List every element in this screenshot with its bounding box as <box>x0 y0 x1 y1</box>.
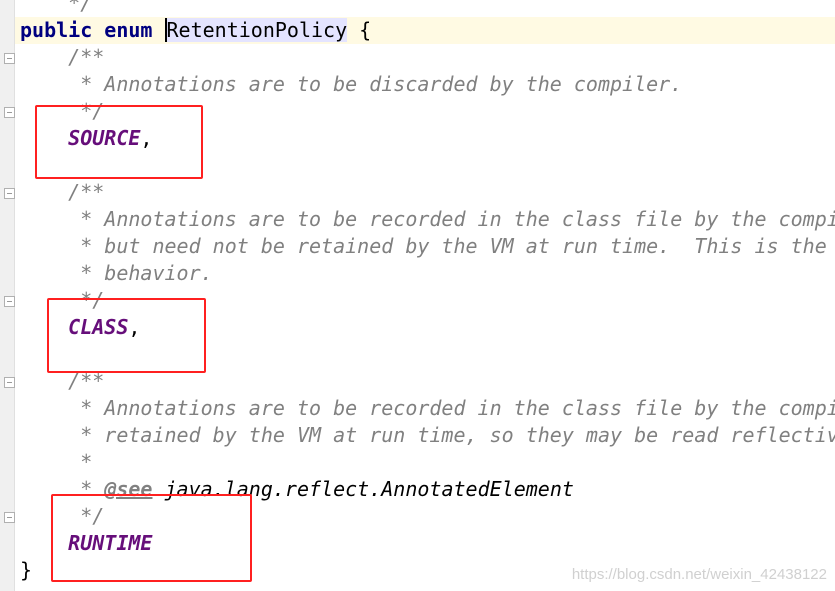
fold-icon[interactable] <box>4 296 15 307</box>
keyword: enum <box>104 18 165 42</box>
code-text: { <box>347 18 372 42</box>
fold-icon[interactable] <box>4 53 15 64</box>
code-line[interactable]: public enum RetentionPolicy { <box>15 17 835 44</box>
code-line[interactable]: * Annotations are to be recorded in the … <box>15 395 835 422</box>
code-line[interactable]: * retained by the VM at run time, so the… <box>15 422 835 449</box>
comment: * Annotations are to be recorded in the … <box>20 207 835 231</box>
comment: * behavior. <box>20 261 213 285</box>
keyword: public <box>20 18 105 42</box>
comment: * Annotations are to be discarded by the… <box>20 72 683 96</box>
fold-icon[interactable] <box>4 512 15 523</box>
code-line[interactable]: * behavior. <box>15 260 835 287</box>
code-line[interactable]: */ <box>15 0 835 17</box>
fold-icon[interactable] <box>4 107 15 118</box>
code-line[interactable]: * but need not be retained by the VM at … <box>15 233 835 260</box>
comment: * but need not be retained by the VM at … <box>20 234 827 258</box>
comment: * <box>20 450 93 474</box>
watermark: https://blog.csdn.net/weixin_42438122 <box>571 566 827 583</box>
highlight-box-source <box>35 105 203 179</box>
fold-icon[interactable] <box>4 188 15 199</box>
comment: */ <box>20 0 93 15</box>
code-line[interactable]: /** <box>15 44 835 71</box>
comment: /** <box>20 45 105 69</box>
comment: * retained by the VM at run time, so the… <box>20 423 835 447</box>
code-line[interactable]: * Annotations are to be discarded by the… <box>15 71 835 98</box>
selected-identifier: RetentionPolicy <box>164 18 348 42</box>
code-line[interactable]: * Annotations are to be recorded in the … <box>15 206 835 233</box>
editor-gutter <box>0 0 15 591</box>
code-text: } <box>20 558 33 582</box>
comment: * Annotations are to be recorded in the … <box>20 396 835 420</box>
comment: /** <box>20 180 105 204</box>
highlight-box-class <box>47 298 206 373</box>
highlight-box-runtime <box>51 494 252 582</box>
fold-icon[interactable] <box>4 377 15 388</box>
code-line[interactable]: /** <box>15 179 835 206</box>
code-line[interactable]: * <box>15 449 835 476</box>
